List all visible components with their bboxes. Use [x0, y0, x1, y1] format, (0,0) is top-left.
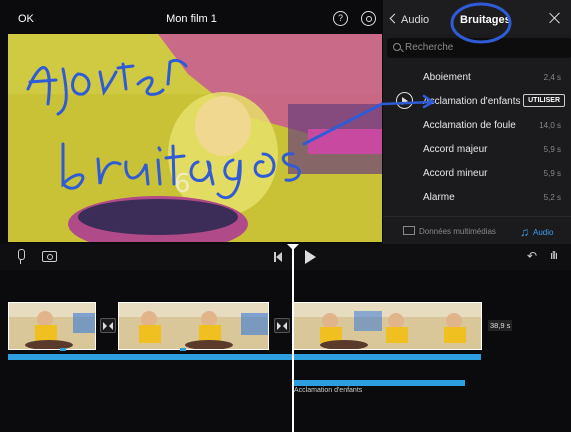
- video-clip[interactable]: [118, 302, 269, 350]
- thumb-cake: [320, 340, 368, 349]
- sound-effect-clip[interactable]: [294, 380, 465, 386]
- thumb-shirt: [444, 327, 466, 343]
- clip-thumbnails: [119, 303, 268, 349]
- thumb-shirt: [139, 325, 161, 343]
- play-icon[interactable]: [305, 250, 316, 264]
- waveform-icon[interactable]: ıllı: [550, 250, 558, 262]
- handwriting-circle: [450, 2, 512, 44]
- thumb-shirt: [386, 327, 408, 343]
- playhead[interactable]: [292, 244, 294, 432]
- handwriting-arrow-head: [380, 94, 436, 109]
- background-audio-track[interactable]: [8, 354, 481, 360]
- video-clip[interactable]: [293, 302, 482, 350]
- audio-marker: [180, 348, 186, 351]
- thumb-shelf: [241, 313, 268, 335]
- clip-duration-badge: 38,9 s: [488, 320, 513, 331]
- sound-effect-clip-label: Acclamation d'enfants: [294, 387, 363, 394]
- thumb-head: [446, 313, 462, 329]
- thumb-shelf: [354, 311, 382, 331]
- microphone-icon[interactable]: [17, 249, 25, 264]
- thumb-head: [322, 313, 338, 329]
- skip-back-icon[interactable]: [274, 252, 284, 262]
- thumb-head: [141, 311, 157, 327]
- audio-marker: [60, 348, 66, 351]
- thumb-head: [37, 311, 53, 327]
- thumb-head: [201, 311, 217, 327]
- video-clip[interactable]: [8, 302, 96, 350]
- undo-icon[interactable]: ↶: [527, 250, 539, 262]
- transition-icon[interactable]: [100, 318, 116, 333]
- clip-thumbnails: [9, 303, 95, 349]
- transition-icon[interactable]: [274, 318, 290, 333]
- thumb-head: [388, 313, 404, 329]
- thumb-shelf: [73, 313, 95, 333]
- timeline-toolbar: ↶ ıllı: [0, 244, 571, 270]
- camera-icon[interactable]: [42, 251, 57, 262]
- annotation-overlay: [380, 2, 512, 109]
- timeline: ↶ ıllı 38,9 s Acclamation d'enfants: [0, 244, 571, 432]
- clip-thumbnails: [294, 303, 481, 349]
- thumb-cake: [185, 340, 233, 349]
